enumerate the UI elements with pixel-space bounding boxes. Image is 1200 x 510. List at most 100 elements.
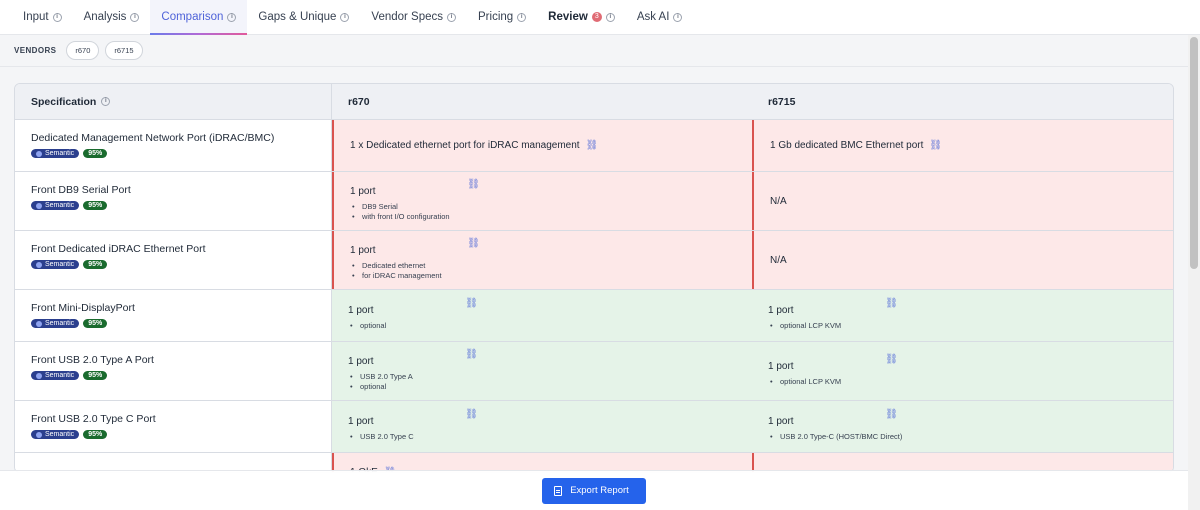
spec-name: Front Mini-DisplayPort xyxy=(31,302,135,314)
match-percent-badge: 95% xyxy=(83,149,108,158)
spec-cell: Front USB 2.0 Type C Port Semantic 95% xyxy=(15,401,332,452)
value-line: 1 port ⛓ xyxy=(768,354,898,374)
spec-value: 1 port xyxy=(348,305,374,316)
review-count-badge: 3 xyxy=(591,12,602,22)
source-link-icon[interactable]: ⛓ xyxy=(465,298,478,309)
value-line: 1 port ⛓ xyxy=(768,409,898,429)
spec-value: 1 port xyxy=(350,185,376,197)
value-line: N/A xyxy=(770,255,1173,266)
source-link-icon[interactable]: ⛓ xyxy=(467,179,480,190)
header-spec-label: Specification xyxy=(31,95,97,108)
info-icon: i xyxy=(227,12,237,22)
tab-input[interactable]: Input i xyxy=(12,0,73,34)
vendor-1-cell: 1 port ⛓ DB9 Serialwith front I/O configur… xyxy=(332,172,752,230)
match-tags: Semantic 95% xyxy=(31,260,331,269)
table-header: Specification i r670 r6715 xyxy=(15,84,1173,120)
spec-value: 1 port xyxy=(768,416,794,427)
vendor-2-cell: 1 port ⛓ USB 2.0 Type-C (HOST/BMC Direct) xyxy=(752,401,1173,452)
spec-cell: Front USB 2.0 Type A Port Semantic 95% xyxy=(15,342,332,400)
detail-list: optional LCP KVM xyxy=(768,321,1173,331)
value-line: 1 port ⛓ xyxy=(350,179,480,199)
semantic-badge: Semantic xyxy=(31,201,80,210)
header-specification: Specification i xyxy=(15,84,332,119)
tab-gaps-unique[interactable]: Gaps & Unique i xyxy=(247,0,360,34)
table-row: Front Dedicated iDRAC Ethernet Port Seman… xyxy=(15,231,1173,290)
table-row: Front USB 2.0 Type A Port Semantic 95% 1 po… xyxy=(15,342,1173,401)
match-percent-badge: 95% xyxy=(83,260,108,269)
semantic-dot-icon xyxy=(36,431,42,438)
vendor-1-cell: 1 port ⛓ Dedicated ethernetfor iDRAC manag… xyxy=(332,231,752,289)
value-line: 1 port ⛓ xyxy=(768,298,898,318)
vendors-label: VENDORS xyxy=(14,46,57,55)
semantic-label: Semantic xyxy=(45,431,75,438)
info-icon[interactable]: i xyxy=(101,97,111,106)
source-link-icon[interactable]: ⛓ xyxy=(885,354,898,365)
info-icon: i xyxy=(130,12,140,22)
semantic-badge: Semantic xyxy=(31,260,80,269)
match-tags: Semantic 95% xyxy=(31,149,331,158)
detail-item: optional LCP KVM xyxy=(768,377,1173,387)
semantic-label: Semantic xyxy=(45,320,75,327)
semantic-dot-icon xyxy=(36,320,42,327)
info-icon: i xyxy=(673,12,683,22)
source-link-icon[interactable]: ⛓ xyxy=(465,409,478,420)
spec-cell: Front Mini-DisplayPort Semantic 95% xyxy=(15,290,332,341)
match-tags: Semantic 95% xyxy=(31,319,331,328)
semantic-label: Semantic xyxy=(45,202,75,209)
table-row: Front USB 2.0 Type C Port Semantic 95% 1 po… xyxy=(15,401,1173,453)
vendor-2-cell: N/A xyxy=(752,231,1173,289)
vendor-2-cell: 1 port ⛓ optional LCP KVM xyxy=(752,342,1173,400)
semantic-badge: Semantic xyxy=(31,430,80,439)
value-line: 1 x Dedicated ethernet port for iDRAC ma… xyxy=(350,140,752,151)
detail-list: USB 2.0 Type Aoptional xyxy=(348,372,752,392)
info-icon: i xyxy=(517,12,527,22)
match-percent-badge: 95% xyxy=(83,430,108,439)
semantic-label: Semantic xyxy=(45,150,75,157)
semantic-dot-icon xyxy=(36,372,42,379)
tab-vendor-specs[interactable]: Vendor Specs i xyxy=(360,0,467,34)
header-vendor-1: r670 xyxy=(348,95,370,108)
source-link-icon[interactable]: ⛓ xyxy=(465,349,478,360)
semantic-dot-icon xyxy=(36,202,42,209)
vendor-2-cell: N/A xyxy=(752,172,1173,230)
detail-list: Dedicated ethernetfor iDRAC management xyxy=(350,261,752,281)
vendor-chip-r6715[interactable]: r6715 xyxy=(105,41,143,60)
spec-cell: Front DB9 Serial Port Semantic 95% xyxy=(15,172,332,230)
semantic-label: Semantic xyxy=(45,261,75,268)
vendor-1-cell: 1 port ⛓ optional xyxy=(332,290,752,341)
export-report-button[interactable]: Export Report xyxy=(542,477,646,504)
semantic-badge: Semantic xyxy=(31,371,80,380)
info-icon: i xyxy=(447,12,457,22)
vendor-chip-r670[interactable]: r670 xyxy=(66,41,100,60)
detail-item: optional xyxy=(348,382,752,392)
vendor-1-cell: 1 x Dedicated ethernet port for iDRAC ma… xyxy=(332,120,752,171)
source-link-icon[interactable]: ⛓ xyxy=(586,140,599,151)
table-row: Dedicated Management Network Port (iDRAC… xyxy=(15,120,1173,172)
detail-item: USB 2.0 Type C xyxy=(348,432,752,442)
tab-pricing[interactable]: Pricing i xyxy=(467,0,537,34)
spec-value: N/A xyxy=(770,195,787,207)
source-link-icon[interactable]: ⛓ xyxy=(885,409,898,420)
source-link-icon[interactable]: ⛓ xyxy=(467,238,480,249)
tab-ask-ai[interactable]: Ask AI i xyxy=(626,0,694,34)
spec-value: 1 port xyxy=(348,355,374,367)
semantic-dot-icon xyxy=(36,150,42,157)
tab-analysis[interactable]: Analysis i xyxy=(73,0,151,34)
detail-list: optional LCP KVM xyxy=(768,377,1173,387)
spec-value: N/A xyxy=(770,254,787,266)
spec-name: Front DB9 Serial Port xyxy=(31,184,131,196)
spec-name: Front USB 2.0 Type C Port xyxy=(31,413,156,425)
tab-review[interactable]: Review 3 i xyxy=(537,0,626,34)
scrollbar-thumb[interactable] xyxy=(1190,37,1198,269)
source-link-icon[interactable]: ⛓ xyxy=(929,140,942,151)
table-row: Front DB9 Serial Port Semantic 95% 1 port ⛓ D… xyxy=(15,172,1173,231)
scrollbar[interactable] xyxy=(1188,35,1200,510)
tab-comparison[interactable]: Comparison i xyxy=(150,0,248,35)
table-body: Dedicated Management Network Port (iDRAC… xyxy=(15,120,1173,472)
header-vendor-2: r6715 xyxy=(768,95,796,108)
detail-item: optional LCP KVM xyxy=(768,321,1173,331)
vendor-2-cell: 1 Gb dedicated BMC Ethernet port ⛓ xyxy=(752,120,1173,171)
info-icon: i xyxy=(340,12,350,22)
source-link-icon[interactable]: ⛓ xyxy=(885,298,898,309)
spec-value: 1 port xyxy=(348,416,374,427)
